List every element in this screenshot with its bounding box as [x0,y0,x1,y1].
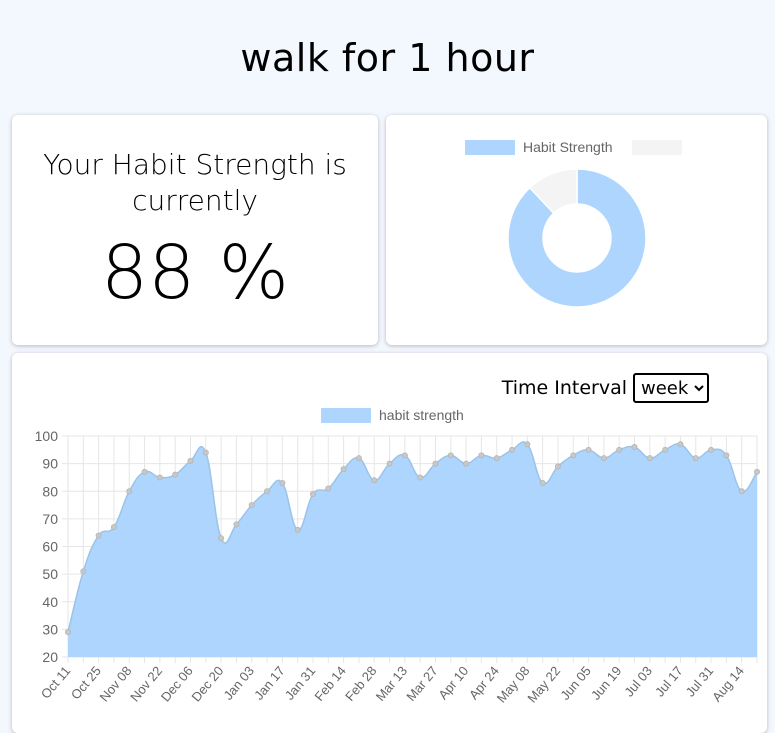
x-tick-label: Jun 19 [588,663,625,703]
x-axis-ticks: Oct 11Oct 25Nov 08Nov 22Dec 06Dec 20Jan … [38,663,747,705]
data-point[interactable] [95,532,102,539]
y-tick-label: 30 [42,621,58,637]
habit-strength-card: Your Habit Strength is currently 88 % [12,115,378,345]
y-tick-label: 20 [42,649,58,665]
x-tick-label: Feb 28 [342,663,380,704]
x-tick-label: May 22 [524,663,563,705]
data-point[interactable] [80,568,87,575]
data-point[interactable] [692,455,699,462]
data-point[interactable] [233,521,240,528]
data-point[interactable] [172,471,179,478]
x-tick-label: Jan 31 [282,663,319,703]
data-point[interactable] [202,449,209,456]
data-point[interactable] [539,479,546,486]
data-point[interactable] [447,452,454,459]
chart-legend-swatch[interactable] [321,408,371,423]
y-tick-label: 100 [35,428,59,444]
data-point[interactable] [708,446,715,453]
y-tick-label: 80 [42,483,58,499]
data-point[interactable] [600,455,607,462]
data-point[interactable] [585,446,592,453]
x-tick-label: Jan 17 [251,663,288,703]
x-tick-label: Oct 11 [38,663,73,701]
data-point[interactable] [524,441,531,448]
donut-legend-label-habit-strength[interactable]: Habit Strength [523,139,613,155]
data-point[interactable] [417,474,424,481]
data-point[interactable] [355,455,362,462]
data-point[interactable] [401,452,408,459]
data-point[interactable] [340,466,347,473]
x-tick-label: Jan 03 [220,663,257,703]
series-area-habit-strength [68,441,757,657]
x-tick-label: Dec 20 [188,663,226,704]
data-point[interactable] [631,444,638,451]
donut-legend-swatch-remainder[interactable] [632,140,682,155]
data-point[interactable] [264,488,271,495]
data-point[interactable] [65,629,72,636]
data-point[interactable] [248,502,255,509]
data-point[interactable] [110,524,117,531]
data-point[interactable] [279,479,286,486]
y-tick-label: 70 [42,511,58,527]
chart-legend-label[interactable]: habit strength [379,407,464,423]
x-tick-label: Nov 22 [127,663,165,704]
data-point[interactable] [738,488,745,495]
x-tick-label: Apr 10 [435,663,471,702]
data-point[interactable] [218,535,225,542]
y-tick-label: 60 [42,539,58,555]
data-point[interactable] [646,455,653,462]
data-point[interactable] [723,452,730,459]
x-tick-label: Nov 08 [97,663,135,704]
data-point[interactable] [754,468,761,475]
y-tick-label: 90 [42,456,58,472]
data-point[interactable] [509,446,516,453]
donut-chart: Habit Strength [465,139,682,308]
data-point[interactable] [554,463,561,470]
x-tick-label: Aug 14 [709,663,747,704]
y-tick-label: 40 [42,594,58,610]
habit-strength-value: 88 % [101,230,289,316]
data-point[interactable] [677,441,684,448]
data-point[interactable] [187,457,194,464]
y-tick-label: 50 [42,566,58,582]
data-point[interactable] [432,460,439,467]
x-tick-label: Mar 27 [403,663,441,704]
x-tick-label: Dec 06 [158,663,196,704]
data-point[interactable] [616,446,623,453]
x-tick-label: Feb 14 [311,663,349,704]
donut-chart-card: Habit Strength [386,115,767,345]
habit-strength-chart-card: Time Interval week habit strength 100 90 8… [12,353,767,733]
habit-strength-area-chart: habit strength 100 90 80 70 60 50 40 30 20 Oct 1… [35,407,761,706]
data-point[interactable] [325,485,332,492]
page-title: walk for 1 hour [240,36,535,80]
x-tick-label: Jul 03 [621,663,655,699]
data-point[interactable] [309,491,316,498]
donut-ring [507,168,647,308]
data-point[interactable] [386,460,393,467]
habit-strength-label: Your Habit Strength is currently [43,148,347,217]
data-point[interactable] [126,488,133,495]
data-point[interactable] [463,460,470,467]
data-point[interactable] [141,468,148,475]
data-point[interactable] [478,452,485,459]
x-tick-label: Jul 17 [652,663,686,699]
data-point[interactable] [493,455,500,462]
data-point[interactable] [156,474,163,481]
x-tick-label: Mar 13 [373,663,411,704]
data-point[interactable] [570,452,577,459]
data-point[interactable] [371,477,378,484]
data-point[interactable] [294,526,301,533]
data-point[interactable] [662,446,669,453]
x-tick-label: Jun 05 [557,663,594,703]
donut-legend-swatch-habit-strength[interactable] [465,140,515,155]
y-axis-ticks: 100 90 80 70 60 50 40 30 20 [35,428,59,665]
